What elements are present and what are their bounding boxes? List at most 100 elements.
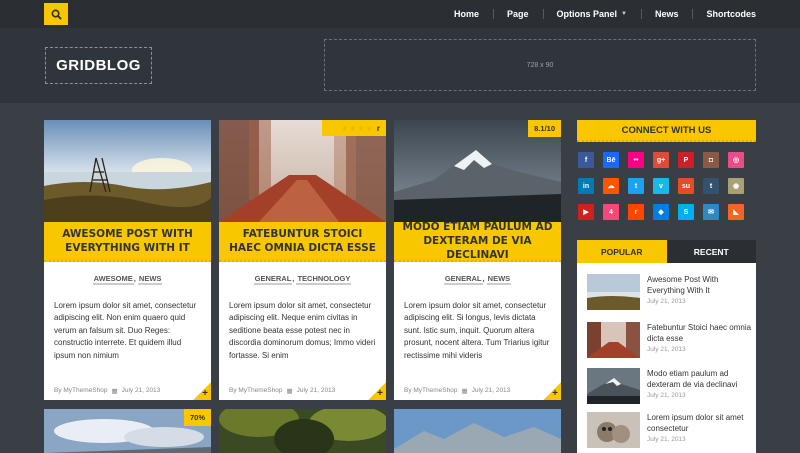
post-thumbnail-owls[interactable]	[587, 412, 640, 448]
list-item-text: Awesome Post With Everything With It Jul…	[647, 274, 752, 314]
nav-options-label: Options Panel	[556, 9, 618, 19]
star-icon: ★	[341, 123, 349, 133]
tag-link[interactable]: NEWS	[486, 274, 512, 285]
tabs-widget: POPULAR RECENT Awesome Post With Everyth…	[577, 240, 756, 453]
top-nav-bar: Home Page Options Panel ▼ News Shortcodes	[0, 0, 800, 28]
email-icon[interactable]: ✉	[703, 204, 719, 220]
instagram-icon[interactable]: ◘	[703, 152, 719, 168]
post-card	[219, 409, 386, 453]
plus-icon: +	[552, 388, 558, 399]
post-title[interactable]: AWESOME POST WITH EVERYTHING WITH IT	[52, 227, 203, 255]
flickr-icon[interactable]: ••	[628, 152, 644, 168]
read-more-button[interactable]: +	[543, 382, 561, 400]
chevron-down-icon: ▼	[621, 11, 627, 17]
search-button[interactable]	[44, 3, 68, 25]
post-meta: By MyThemeShop ▦ July 21, 2013	[54, 387, 160, 395]
tag-link[interactable]: GENERAL	[443, 274, 483, 285]
post-title-band[interactable]: MODO ETIAM PAULUM AD DEXTERAM DE VIA DEC…	[394, 220, 561, 263]
site-header: GRIDBLOG 728 x 90	[0, 28, 800, 103]
post-card: ★ ★ ★ ★ r FATEBUNTUR STOICI HAEC OMNIA D…	[219, 120, 386, 400]
rating-label: r	[376, 123, 380, 133]
tag-link[interactable]: GENERAL	[253, 274, 293, 285]
nav-shortcodes-label: Shortcodes	[706, 9, 756, 19]
dribbble-icon[interactable]: ◎	[728, 152, 744, 168]
list-item-text: Modo etiam paulum ad dexteram de via dec…	[647, 368, 752, 408]
reddit-icon[interactable]: r	[628, 204, 644, 220]
rating-stars: ★ ★ ★ ★ r	[322, 120, 386, 136]
post-title[interactable]: MODO ETIAM PAULUM AD DEXTERAM DE VIA DEC…	[402, 220, 553, 263]
list-item-text: Fatebuntur Stoici haec omnia dicta esse …	[647, 322, 752, 362]
star-icon: ★	[357, 123, 365, 133]
ad-banner[interactable]: 728 x 90	[324, 39, 756, 91]
list-item-title[interactable]: Lorem ipsum dolor sit amet consectetur	[647, 412, 752, 434]
post-date: July 21, 2013	[471, 387, 511, 394]
soundcloud-icon[interactable]: ☁	[603, 178, 619, 194]
nav-options-panel[interactable]: Options Panel ▼	[542, 0, 641, 28]
calendar-icon: ▦	[286, 388, 293, 395]
list-item-title[interactable]: Fatebuntur Stoici haec omnia dicta esse	[647, 322, 752, 344]
facebook-icon[interactable]: f	[578, 152, 594, 168]
search-icon	[51, 9, 62, 20]
list-item[interactable]: Lorem ipsum dolor sit amet consectetur J…	[587, 412, 752, 452]
nav-page-label: Page	[506, 9, 529, 19]
post-thumbnail-autumn-forest[interactable]	[587, 322, 640, 358]
post-date: July 21, 2013	[296, 387, 336, 394]
post-thumbnail-lake-sunset[interactable]	[44, 120, 211, 222]
list-item[interactable]: Fatebuntur Stoici haec omnia dicta esse …	[587, 322, 752, 362]
post-excerpt: Lorem ipsum dolor sit amet, consectetur …	[404, 301, 550, 360]
post-thumbnail-mountain[interactable]	[587, 368, 640, 404]
social-icons: f Bē •• g+ P ◘ ◎ in ☁ t v su t ◉ ▶ 4 r ◆ S ✉ ◣	[578, 152, 756, 220]
foursquare-icon[interactable]: 4	[603, 204, 619, 220]
site-logo[interactable]: GRIDBLOG	[45, 47, 152, 84]
nav-home[interactable]: Home	[440, 0, 493, 28]
stumbleupon-icon[interactable]: su	[678, 178, 694, 194]
post-date: July 21, 2013	[121, 387, 161, 394]
post-card	[394, 409, 561, 453]
behance-icon[interactable]: Bē	[603, 152, 619, 168]
nav-page[interactable]: Page	[492, 0, 543, 28]
youtube-icon[interactable]: ▶	[578, 204, 594, 220]
post-card: 8.1/10 MODO ETIAM PAULUM AD DEXTERAM DE …	[394, 120, 561, 400]
post-tags: AWESOME, NEWS	[92, 274, 163, 285]
dropbox-icon[interactable]: ◆	[653, 204, 669, 220]
read-more-button[interactable]: +	[368, 382, 386, 400]
score-badge: 70%	[183, 409, 211, 426]
tag-link[interactable]: TECHNOLOGY	[296, 274, 352, 285]
post-title-band[interactable]: FATEBUNTUR STOICI HAEC OMNIA DICTA ESSE	[219, 222, 386, 262]
list-item-date: July 21, 2013	[647, 392, 686, 400]
linkedin-icon[interactable]: in	[578, 178, 594, 194]
post-author: By MyThemeShop	[229, 387, 283, 394]
score-badge: 8.1/10	[528, 120, 561, 137]
nav-shortcodes[interactable]: Shortcodes	[692, 0, 770, 28]
post-title-band[interactable]: AWESOME POST WITH EVERYTHING WITH IT	[44, 222, 211, 262]
googleplus-icon[interactable]: g+	[653, 152, 669, 168]
nav-news[interactable]: News	[640, 0, 693, 28]
twitter-icon[interactable]: t	[628, 178, 644, 194]
skype-icon[interactable]: S	[678, 204, 694, 220]
plus-icon: +	[377, 388, 383, 399]
rss-icon[interactable]: ◣	[728, 204, 744, 220]
post-thumbnail-lake-sunset[interactable]	[587, 274, 640, 310]
post-tags: GENERAL, NEWS	[443, 274, 512, 285]
list-item[interactable]: Awesome Post With Everything With It Jul…	[587, 274, 752, 314]
tab-popular[interactable]: POPULAR	[577, 240, 667, 263]
nav-home-label: Home	[453, 9, 479, 19]
list-item[interactable]: Modo etiam paulum ad dexteram de via dec…	[587, 368, 752, 408]
post-title[interactable]: FATEBUNTUR STOICI HAEC OMNIA DICTA ESSE	[227, 227, 378, 255]
post-thumbnail-forest[interactable]	[219, 409, 386, 453]
pinterest-icon[interactable]: P	[678, 152, 694, 168]
tab-recent[interactable]: RECENT	[666, 240, 756, 263]
list-item-date: July 21, 2013	[647, 436, 686, 444]
calendar-icon: ▦	[111, 388, 118, 395]
vimeo-icon[interactable]: v	[653, 178, 669, 194]
tumblr-icon[interactable]: t	[703, 178, 719, 194]
post-excerpt: Lorem ipsum dolor sit amet, consectetur …	[229, 301, 376, 360]
read-more-button[interactable]: +	[193, 382, 211, 400]
list-item-title[interactable]: Modo etiam paulum ad dexteram de via dec…	[647, 368, 752, 390]
tab-header: POPULAR RECENT	[577, 240, 756, 263]
tag-link[interactable]: NEWS	[137, 274, 163, 285]
tag-link[interactable]: AWESOME	[92, 274, 134, 285]
github-icon[interactable]: ◉	[728, 178, 744, 194]
post-thumbnail-mountain-range[interactable]	[394, 409, 561, 453]
list-item-title[interactable]: Awesome Post With Everything With It	[647, 274, 752, 296]
